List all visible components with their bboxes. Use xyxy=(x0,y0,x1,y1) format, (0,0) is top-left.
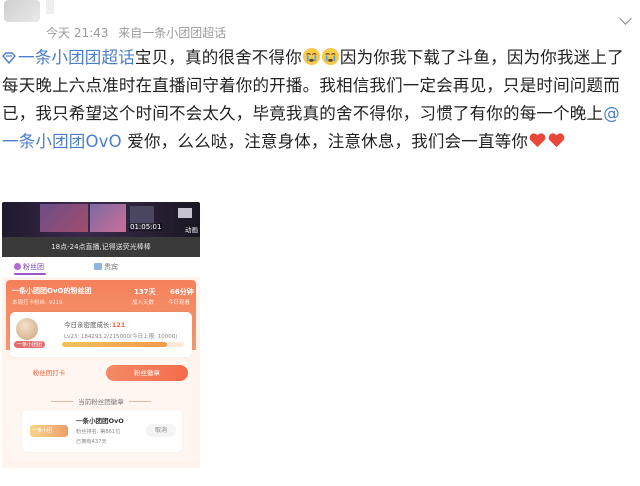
post-image[interactable]: 01:05:01 动画 18点-24点直播,记得送荧光棒棒 粉丝团 贵宾 一条小… xyxy=(2,202,200,468)
post-meta: 今天 21:43 来自一条小团团超话 xyxy=(46,24,232,41)
tab-vip-label: 贵宾 xyxy=(104,263,118,271)
days-value: 137天 xyxy=(134,288,156,296)
crying-emoji-icon xyxy=(321,47,339,66)
stream-caption: 18点-24点直播,记得送荧光棒棒 xyxy=(2,237,200,257)
post-time: 今天 21:43 xyxy=(46,26,109,40)
intimacy-growth: 今日亲密度成长:121 xyxy=(64,319,125,329)
video-thumb xyxy=(90,204,126,232)
heart-icon xyxy=(548,133,565,148)
fan-badge-button[interactable]: 粉丝徽章 xyxy=(106,365,188,381)
current-badge-title: 当前粉丝团徽章 xyxy=(6,396,196,406)
fan-badge-label: 一条小团 xyxy=(32,428,53,434)
days-label: 加入天数 xyxy=(132,300,155,306)
tab-vip[interactable]: 贵宾 xyxy=(94,262,118,272)
fan-actions: 粉丝团打卡 粉丝徽章 当前粉丝团徽章 一条小团 一条小团团OvO 粉丝排名: 第… xyxy=(6,360,196,462)
topic-link[interactable]: 一条小团团超话 xyxy=(2,48,135,67)
chevron-down-icon[interactable] xyxy=(619,12,632,25)
tab-fan-label: 粉丝团 xyxy=(23,263,44,271)
video-thumb xyxy=(178,208,192,218)
supertopic-icon xyxy=(2,52,16,64)
heart-icon xyxy=(529,133,546,148)
tab-fan-club[interactable]: 粉丝团 xyxy=(14,262,44,272)
badge-days: 已拥有437天 xyxy=(76,439,107,445)
crying-emoji-icon xyxy=(302,47,320,66)
post-source[interactable]: 来自一条小团团超话 xyxy=(118,26,226,40)
minutes-label: 今日观看 xyxy=(168,300,191,306)
tab-underline xyxy=(14,273,46,275)
intimacy-card: 一条小团团 今日亲密度成长:121 Lv23: 184293.2/215000(… xyxy=(10,312,192,357)
video-strip: 01:05:01 动画 xyxy=(2,202,200,237)
club-checkins: 本周打卡粉丝: 9219 xyxy=(12,300,63,306)
fan-badge-tag: 一条小团团 xyxy=(14,341,46,348)
post-text-1: 宝贝，真的很舍不得你 xyxy=(134,48,302,67)
video-timer: 01:05:01 xyxy=(129,223,163,231)
club-name: 一条小团团OvO的粉丝团 xyxy=(12,287,92,295)
badge-owner-name: 一条小团团OvO xyxy=(76,417,124,425)
username[interactable] xyxy=(46,0,54,14)
vip-icon xyxy=(94,263,102,270)
post-text-3: 爱你，么么哒，注意身体，注意休息，我们会一直等你 xyxy=(121,132,529,151)
growth-label: 今日亲密度成长: xyxy=(64,321,112,329)
post-body: 一条小团团超话宝贝，真的很舍不得你 因为你我下载了斗鱼，因为你我迷上了每天晚上六点… xyxy=(2,44,630,156)
cancel-button[interactable]: 取消 xyxy=(146,424,176,437)
level-text: Lv23: 184293.2/215000(今日上限: 10000) xyxy=(64,334,178,340)
tab-row: 粉丝团 贵宾 xyxy=(2,257,200,277)
checkin-button[interactable]: 粉丝团打卡 xyxy=(14,365,84,381)
video-side-label: 动画 xyxy=(185,226,198,234)
video-thumb xyxy=(40,204,88,232)
streamer-avatar xyxy=(16,318,38,340)
badge-rank: 粉丝排名: 第861位 xyxy=(76,429,121,435)
minutes-value: 66分钟 xyxy=(170,288,194,296)
growth-value: 121 xyxy=(111,321,126,329)
avatar[interactable] xyxy=(4,0,40,22)
topic-link-text: 一条小团团超话 xyxy=(18,48,135,67)
fan-club-icon xyxy=(14,263,21,270)
level-progress-bar xyxy=(62,342,184,347)
level-progress-fill xyxy=(62,342,167,347)
badge-card: 一条小团 一条小团团OvO 粉丝排名: 第861位 已拥有437天 取消 xyxy=(22,410,182,452)
